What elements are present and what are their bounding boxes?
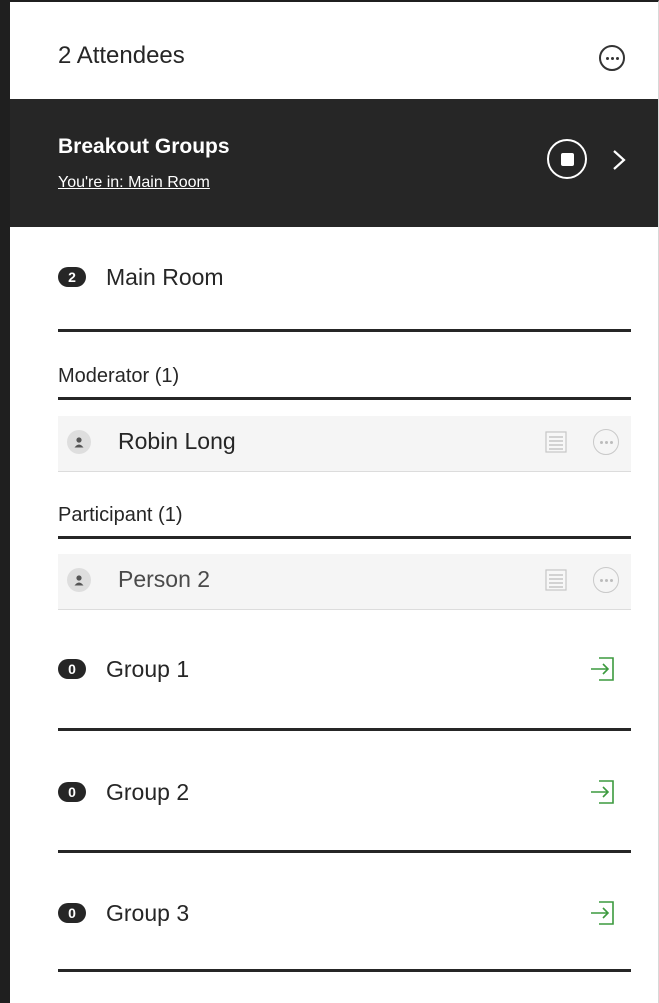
group-name: Group 1	[106, 656, 190, 682]
list-icon[interactable]	[544, 568, 568, 592]
avatar	[67, 430, 91, 454]
divider	[58, 397, 631, 400]
divider	[58, 850, 631, 853]
person-icon	[74, 575, 84, 586]
stop-circle-icon[interactable]	[547, 139, 587, 179]
group-row[interactable]: 0 Group 3	[58, 890, 631, 940]
chevron-right-icon[interactable]	[608, 148, 630, 172]
list-icon[interactable]	[544, 430, 568, 454]
main-room-row[interactable]: 2 Main Room	[58, 254, 631, 304]
attendee-options-icon[interactable]	[593, 429, 619, 455]
moderator-heading: Moderator (1)	[58, 365, 180, 387]
attendee-row[interactable]: Person 2	[58, 554, 631, 610]
join-room-icon[interactable]	[589, 898, 619, 928]
divider	[58, 329, 631, 332]
attendees-title: 2 Attendees	[58, 42, 185, 69]
join-room-icon[interactable]	[589, 654, 619, 684]
attendee-name: Person 2	[118, 566, 211, 592]
main-room-count-badge: 2	[58, 267, 86, 287]
attendee-options-icon[interactable]	[593, 567, 619, 593]
group-count-badge: 0	[58, 659, 86, 679]
attendee-name: Robin Long	[118, 428, 236, 454]
join-room-icon[interactable]	[589, 777, 619, 807]
person-icon	[74, 437, 84, 448]
group-name: Group 3	[106, 900, 190, 926]
group-row[interactable]: 0 Group 2	[58, 769, 631, 819]
avatar	[67, 568, 91, 592]
divider	[58, 728, 631, 731]
divider	[58, 536, 631, 539]
main-room-name: Main Room	[106, 264, 224, 290]
group-count-badge: 0	[58, 903, 86, 923]
divider	[58, 969, 631, 972]
breakout-groups-title: Breakout Groups	[58, 135, 230, 158]
breakout-groups-banner[interactable]: Breakout Groups You're in: Main Room	[10, 99, 658, 227]
participant-heading: Participant (1)	[58, 504, 183, 526]
current-room-link[interactable]: You're in: Main Room	[58, 174, 210, 192]
group-count-badge: 0	[58, 782, 86, 802]
attendees-header: 2 Attendees	[10, 2, 658, 99]
more-options-icon[interactable]	[599, 45, 625, 71]
attendee-row[interactable]: Robin Long	[58, 416, 631, 472]
group-row[interactable]: 0 Group 1	[58, 646, 631, 696]
group-name: Group 2	[106, 779, 190, 805]
